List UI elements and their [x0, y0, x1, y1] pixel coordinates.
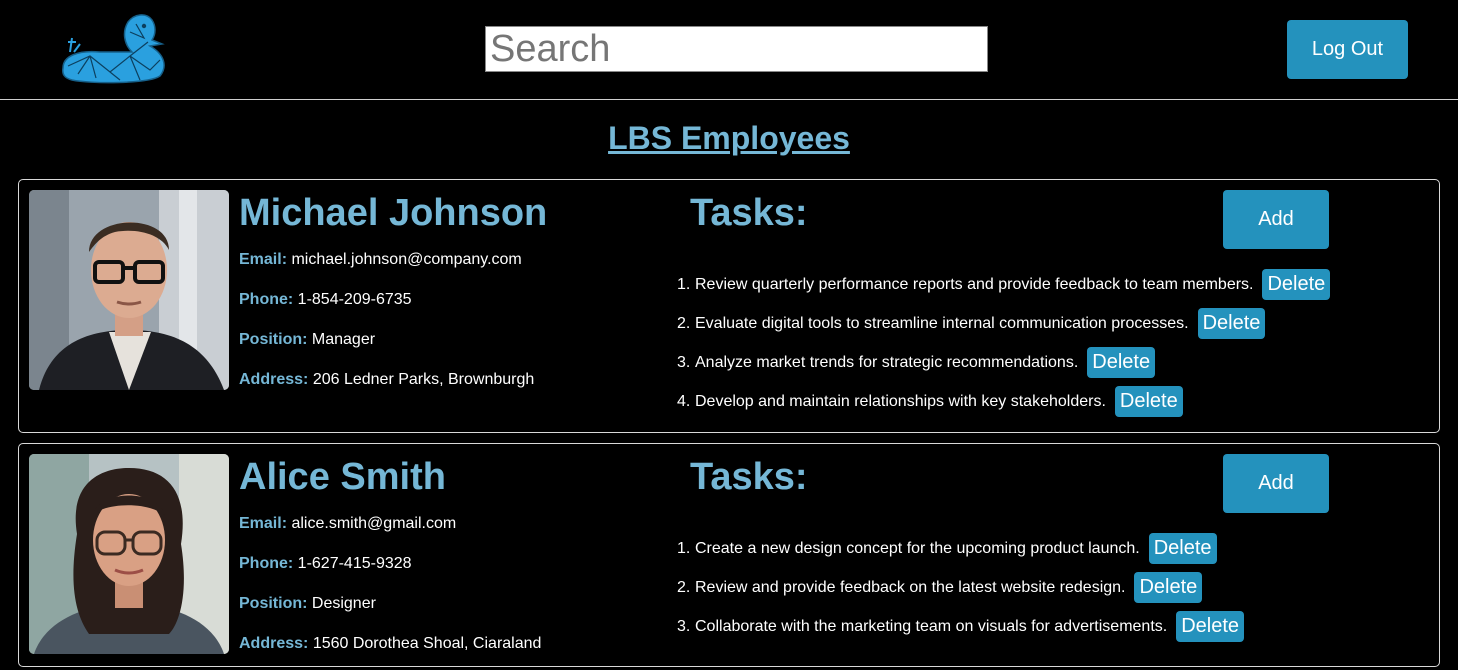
task-item: 4. Develop and maintain relationships wi… — [677, 386, 1183, 417]
position-label: Position: — [239, 331, 308, 348]
phone-label: Phone: — [239, 291, 294, 308]
tasks-heading: Tasks: — [690, 456, 808, 498]
task-text: Create a new design concept for the upco… — [695, 539, 1140, 557]
task-number: 1. — [677, 275, 691, 293]
task-item: 2. Review and provide feedback on the la… — [677, 572, 1203, 603]
task-number: 3. — [677, 617, 691, 635]
task-item: 3. Analyze market trends for strategic r… — [677, 347, 1156, 378]
task-number: 4. — [677, 392, 691, 410]
task-text: Develop and maintain relationships with … — [695, 392, 1106, 410]
task-text: Evaluate digital tools to streamline int… — [695, 314, 1189, 332]
phone-value: 1-627-415-9328 — [297, 555, 412, 572]
employee-name: Michael Johnson — [239, 192, 548, 234]
task-text: Review quarterly performance reports and… — [695, 275, 1254, 293]
position-row: Position: Designer — [239, 595, 376, 613]
task-item: 2. Evaluate digital tools to streamline … — [677, 308, 1266, 339]
task-number: 3. — [677, 353, 691, 371]
delete-task-button[interactable]: Delete — [1176, 611, 1245, 642]
employee-photo — [29, 190, 229, 390]
task-number: 2. — [677, 314, 691, 332]
phone-label: Phone: — [239, 555, 294, 572]
position-label: Position: — [239, 595, 308, 612]
delete-task-button[interactable]: Delete — [1148, 533, 1217, 564]
position-value: Manager — [311, 331, 376, 348]
employee-photo — [29, 454, 229, 654]
delete-task-button[interactable]: Delete — [1087, 347, 1156, 378]
email-label: Email: — [239, 515, 288, 532]
employee-card: Alice Smith Email: alice.smith@gmail.com… — [18, 443, 1440, 667]
employee-name: Alice Smith — [239, 456, 446, 498]
task-number: 1. — [677, 539, 691, 557]
phone-row: Phone: 1-627-415-9328 — [239, 555, 412, 573]
add-task-button[interactable]: Add — [1223, 454, 1329, 513]
task-item: 1. Create a new design concept for the u… — [677, 533, 1217, 564]
delete-task-button[interactable]: Delete — [1134, 572, 1203, 603]
address-value: 206 Ledner Parks, Brownburgh — [312, 371, 535, 388]
delete-task-button[interactable]: Delete — [1114, 386, 1183, 417]
task-text: Collaborate with the marketing team on v… — [695, 617, 1168, 635]
address-label: Address: — [239, 371, 309, 388]
phone-row: Phone: 1-854-209-6735 — [239, 291, 412, 309]
email-value: alice.smith@gmail.com — [291, 515, 457, 532]
delete-task-button[interactable]: Delete — [1262, 269, 1331, 300]
address-value: 1560 Dorothea Shoal, Ciaraland — [312, 635, 542, 652]
tasks-heading: Tasks: — [690, 192, 808, 234]
logout-button[interactable]: Log Out — [1287, 20, 1408, 79]
add-task-button[interactable]: Add — [1223, 190, 1329, 249]
task-text: Analyze market trends for strategic reco… — [695, 353, 1079, 371]
address-label: Address: — [239, 635, 309, 652]
address-row: Address: 206 Ledner Parks, Brownburgh — [239, 371, 534, 389]
email-row: Email: alice.smith@gmail.com — [239, 515, 456, 533]
top-header: Log Out — [0, 0, 1458, 100]
position-row: Position: Manager — [239, 331, 375, 349]
email-row: Email: michael.johnson@company.com — [239, 251, 522, 269]
task-number: 2. — [677, 578, 691, 596]
email-value: michael.johnson@company.com — [291, 251, 522, 268]
duck-logo-icon[interactable] — [60, 12, 170, 84]
position-value: Designer — [311, 595, 376, 612]
phone-value: 1-854-209-6735 — [297, 291, 412, 308]
email-label: Email: — [239, 251, 288, 268]
search-input[interactable] — [485, 26, 988, 72]
task-item: 1. Review quarterly performance reports … — [677, 269, 1331, 300]
task-item: 3. Collaborate with the marketing team o… — [677, 611, 1245, 642]
address-row: Address: 1560 Dorothea Shoal, Ciaraland — [239, 635, 541, 653]
delete-task-button[interactable]: Delete — [1197, 308, 1266, 339]
page-title[interactable]: LBS Employees — [0, 120, 1458, 157]
task-text: Review and provide feedback on the lates… — [695, 578, 1126, 596]
employee-card: Michael Johnson Email: michael.johnson@c… — [18, 179, 1440, 433]
